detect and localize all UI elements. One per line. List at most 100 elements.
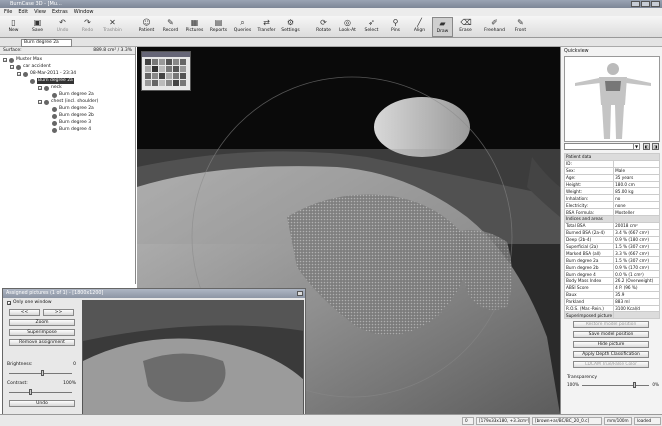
close-button[interactable] bbox=[651, 1, 660, 7]
tab-bar: Burn degree 2a bbox=[0, 38, 662, 47]
slider-thumb[interactable] bbox=[29, 389, 32, 395]
pictures-button[interactable]: ▦ Pictures bbox=[184, 17, 205, 37]
tree-node-burn-degree[interactable]: Burn degree 2a bbox=[52, 92, 94, 98]
front-button[interactable]: ✎ Front bbox=[510, 17, 531, 37]
select-button[interactable]: ➶ Select bbox=[361, 17, 382, 37]
expand-icon[interactable]: − bbox=[38, 100, 42, 104]
save-model-position-button[interactable]: Save model position bbox=[573, 331, 649, 338]
table-row: Age: 35 years bbox=[563, 173, 660, 182]
pins-button[interactable]: ⚲ Pins bbox=[385, 17, 406, 37]
new-button[interactable]: ▯ New bbox=[3, 17, 24, 37]
slider-thumb[interactable] bbox=[633, 382, 636, 388]
only-one-window-checkbox[interactable]: ✓ bbox=[7, 301, 11, 306]
redo-button[interactable]: ↷ Redo bbox=[77, 17, 98, 37]
remove-assignment-button[interactable]: Remove assignment bbox=[9, 339, 75, 346]
palette-swatch[interactable] bbox=[152, 66, 158, 72]
quickview-front-button[interactable]: ◧ bbox=[643, 143, 650, 150]
look-at-button[interactable]: ◎ Look-At bbox=[337, 17, 358, 37]
palette-swatch[interactable] bbox=[159, 59, 165, 65]
tree-node-burn-degree[interactable]: Burn degree 4 bbox=[52, 127, 91, 133]
tree-node-patient[interactable]: − Muster Max bbox=[3, 57, 42, 63]
tree-node-burn-degree[interactable]: Burn degree 2a bbox=[30, 78, 74, 84]
menu-extras[interactable]: Extras bbox=[52, 8, 68, 16]
undo-button[interactable]: ↶ Undo bbox=[52, 17, 73, 37]
contrast-slider[interactable] bbox=[7, 388, 76, 396]
color-palette[interactable] bbox=[141, 51, 191, 91]
palette-swatch[interactable] bbox=[166, 66, 172, 72]
maximize-button[interactable] bbox=[641, 1, 650, 7]
palette-swatch[interactable] bbox=[145, 66, 151, 72]
transfer-button[interactable]: ⇄ Transfer bbox=[256, 17, 277, 37]
assigned-pictures-title: Assigned pictures (1 of 1) - [1800x1200] bbox=[3, 289, 305, 298]
tree-node-burn-degree[interactable]: Burn degree 3 bbox=[52, 120, 91, 126]
superimpose-button[interactable]: Superimpose bbox=[9, 329, 75, 336]
tree-node-case[interactable]: − car accident bbox=[10, 64, 51, 70]
menu-edit[interactable]: Edit bbox=[18, 8, 28, 16]
record-button[interactable]: ✎ Record bbox=[160, 17, 181, 37]
erase-button[interactable]: ⌫ Erase bbox=[455, 17, 476, 37]
only-one-window-row[interactable]: ✓ Only one window bbox=[7, 300, 76, 306]
previous-picture-button[interactable]: << bbox=[9, 309, 40, 316]
palette-swatch[interactable] bbox=[166, 59, 172, 65]
trashbin-button[interactable]: ✕ Trashbin bbox=[102, 17, 123, 37]
palette-swatch[interactable] bbox=[152, 73, 158, 79]
quickview-dropdown[interactable]: ▼ bbox=[564, 143, 640, 150]
palette-swatch[interactable] bbox=[166, 80, 172, 86]
freehand-button[interactable]: ✐ Freehand bbox=[484, 17, 505, 37]
tree-node-chest[interactable]: − chest (incl. shoulder) bbox=[38, 99, 98, 105]
zoom-button[interactable]: Zoom bbox=[9, 319, 75, 326]
palette-swatch[interactable] bbox=[145, 80, 151, 86]
queries-button[interactable]: ⌕ Queries bbox=[232, 17, 253, 37]
menu-view[interactable]: View bbox=[34, 8, 46, 16]
expand-icon[interactable]: − bbox=[38, 86, 42, 90]
palette-swatch[interactable] bbox=[173, 66, 179, 72]
tree-node-burn-degree[interactable]: Burn degree 2a bbox=[52, 106, 94, 112]
apply-depth-classification-button[interactable]: Apply Depth Classification bbox=[573, 351, 649, 358]
align-button[interactable]: ╱ Align bbox=[409, 17, 430, 37]
palette-swatch[interactable] bbox=[173, 73, 179, 79]
menu-file[interactable]: File bbox=[4, 8, 12, 16]
expand-icon[interactable]: − bbox=[10, 65, 14, 69]
transparency-slider[interactable]: 100% 0% bbox=[567, 381, 659, 389]
palette-swatch[interactable] bbox=[173, 59, 179, 65]
palette-swatch[interactable] bbox=[159, 66, 165, 72]
rotate-button[interactable]: ⟳ Rotate bbox=[313, 17, 334, 37]
menu-window[interactable]: Window bbox=[74, 8, 94, 16]
palette-swatch[interactable] bbox=[180, 66, 186, 72]
undo-adjustment-button[interactable]: Undo bbox=[9, 400, 75, 407]
expand-icon[interactable]: − bbox=[3, 58, 7, 62]
save-button[interactable]: ▣ Save bbox=[27, 17, 48, 37]
tab-burn-degree[interactable]: Burn degree 2a bbox=[21, 39, 72, 47]
palette-swatch[interactable] bbox=[180, 73, 186, 79]
quickview-model[interactable] bbox=[564, 56, 660, 142]
tree-node-date[interactable]: −08-Mar-2011 - 23:34 bbox=[17, 71, 76, 77]
palette-swatch[interactable] bbox=[159, 80, 165, 86]
slider-thumb[interactable] bbox=[41, 370, 44, 376]
palette-swatch[interactable] bbox=[145, 73, 151, 79]
next-picture-button[interactable]: >> bbox=[43, 309, 74, 316]
reports-button[interactable]: ▤ Reports bbox=[208, 17, 229, 37]
brightness-slider[interactable] bbox=[7, 369, 76, 377]
tree-node-neck[interactable]: − neck bbox=[38, 85, 62, 91]
palette-swatch[interactable] bbox=[180, 59, 186, 65]
minimize-button[interactable] bbox=[631, 1, 640, 7]
assigned-picture-preview[interactable] bbox=[82, 300, 304, 422]
settings-button[interactable]: ⚙ Settings bbox=[280, 17, 301, 37]
patient-button[interactable]: ☺ Patient bbox=[136, 17, 157, 37]
tree-node-burn-degree[interactable]: Burn degree 2b bbox=[52, 113, 94, 119]
ldcam-color-button[interactable]: LDCAM True/False Color bbox=[573, 361, 649, 368]
hide-picture-button[interactable]: Hide picture bbox=[573, 341, 649, 348]
palette-swatch[interactable] bbox=[180, 80, 186, 86]
palette-swatch[interactable] bbox=[173, 80, 179, 86]
quickview-back-button[interactable]: ◨ bbox=[652, 143, 659, 150]
assigned-close-button[interactable] bbox=[297, 291, 303, 296]
palette-swatch[interactable] bbox=[152, 59, 158, 65]
palette-swatch[interactable] bbox=[166, 73, 172, 79]
palette-swatch[interactable] bbox=[145, 59, 151, 65]
expand-icon[interactable]: − bbox=[17, 72, 21, 76]
draw-button[interactable]: ▰ Draw bbox=[432, 17, 453, 37]
chevron-down-icon: ▼ bbox=[633, 144, 639, 149]
palette-swatch[interactable] bbox=[159, 73, 165, 79]
restore-model-position-button[interactable]: Restore model position bbox=[573, 321, 649, 328]
palette-swatch[interactable] bbox=[152, 80, 158, 86]
